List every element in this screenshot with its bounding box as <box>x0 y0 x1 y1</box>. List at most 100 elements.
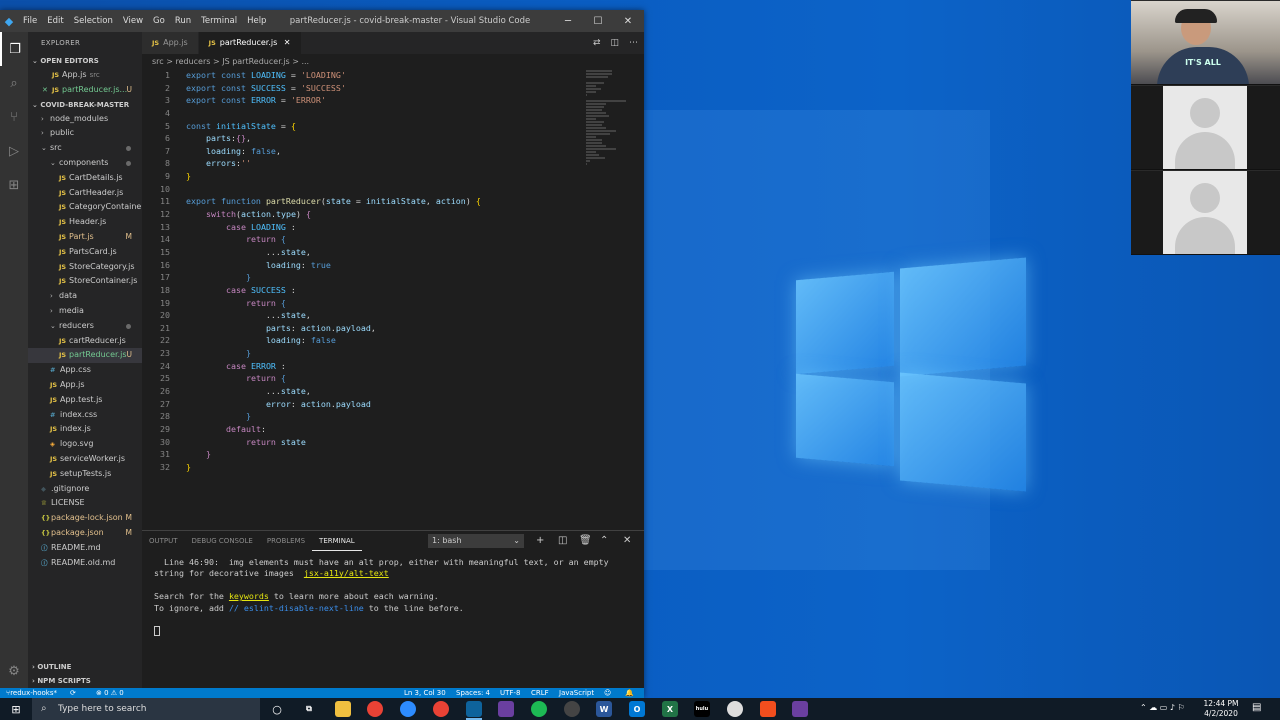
folder-item[interactable]: ⌄ src <box>28 141 142 156</box>
close-tab-icon[interactable]: ✕ <box>281 38 291 47</box>
file-item[interactable]: ◆ .gitignore <box>28 482 142 497</box>
system-tray-icons[interactable]: ⌃ ☁ ▭ ♪ ⚐ <box>1140 703 1185 712</box>
folder-item[interactable]: › public <box>28 126 142 141</box>
close-panel-icon[interactable]: ✕ <box>623 531 631 551</box>
panel-tab-problems[interactable]: PROBLEMS <box>260 531 312 551</box>
folder-item[interactable]: › data <box>28 289 142 304</box>
figma-icon[interactable] <box>760 701 776 717</box>
tab-app-js[interactable]: JS App.js <box>142 32 199 54</box>
folder-item[interactable]: ⌄ reducers <box>28 319 142 334</box>
terminal-output[interactable]: Line 46:90: img elements must have an al… <box>154 557 609 636</box>
split-editor-icon[interactable]: ◫ <box>610 38 619 48</box>
split-terminal-icon[interactable]: ◫ <box>558 531 567 551</box>
open-editors-section[interactable]: ⌄ OPEN EDITORS <box>28 54 142 68</box>
folder-item[interactable]: › node_modules <box>28 112 142 127</box>
kill-terminal-icon[interactable]: 🗑 <box>579 531 592 551</box>
cortana-icon[interactable]: ○ <box>269 701 285 717</box>
file-item[interactable]: JS setupTests.js <box>28 467 142 482</box>
menu-item-selection[interactable]: Selection <box>69 16 118 26</box>
file-explorer-icon[interactable] <box>335 701 351 717</box>
zoom-icon[interactable] <box>400 701 416 717</box>
file-item[interactable]: # index.css <box>28 408 142 423</box>
problems-indicator[interactable]: ⊗ 0 ⚠ 0 <box>96 688 124 698</box>
panel-tab-debug-console[interactable]: DEBUG CONSOLE <box>185 531 260 551</box>
folder-item[interactable]: ⌄ components <box>28 156 142 171</box>
file-item[interactable]: JS index.js <box>28 422 142 437</box>
more-actions-icon[interactable]: ⋯ <box>629 38 638 48</box>
file-item[interactable]: JS StoreContainer.js <box>28 274 142 289</box>
minimize-button[interactable]: ─ <box>553 10 583 32</box>
file-item[interactable]: JS Part.js M <box>28 230 142 245</box>
minimap[interactable] <box>582 69 634 165</box>
file-item[interactable]: JS serviceWorker.js <box>28 452 142 467</box>
file-item[interactable]: JS CartHeader.js <box>28 186 142 201</box>
encoding[interactable]: UTF-8 <box>500 688 520 698</box>
open-changes-icon[interactable]: ⇄ <box>593 38 601 48</box>
tab-partreducer-js[interactable]: JS partReducer.js ✕ <box>198 32 302 54</box>
file-item[interactable]: JSCategoryContainer.js <box>28 200 142 215</box>
menu-item-edit[interactable]: Edit <box>42 16 68 26</box>
branch-indicator[interactable]: ⑂ redux-hooks* <box>6 688 57 698</box>
language-mode[interactable]: JavaScript <box>559 688 594 698</box>
vscode-taskbar-icon[interactable] <box>466 701 482 720</box>
panel-tab-terminal[interactable]: TERMINAL <box>312 531 362 551</box>
file-item[interactable]: # App.css <box>28 363 142 378</box>
file-item[interactable]: {}package.json M <box>28 526 142 541</box>
close-icon[interactable]: ✕ <box>42 83 52 98</box>
file-item[interactable]: ⓘ README.md <box>28 541 142 556</box>
chrome-profile-icon[interactable] <box>433 701 449 717</box>
explorer-icon[interactable]: ❐ <box>0 32 28 66</box>
file-item[interactable]: JS cartReducer.js <box>28 334 142 349</box>
panel-tab-output[interactable]: OUTPUT <box>142 531 185 551</box>
file-item[interactable]: JS StoreCategory.js <box>28 260 142 275</box>
search-icon[interactable]: ⌕ <box>0 66 28 100</box>
app-icon-purple[interactable] <box>498 701 514 717</box>
windows-start-icon[interactable]: ⊞ <box>0 698 32 720</box>
file-item[interactable]: ⓘ README.old.md <box>28 556 142 571</box>
notifications-icon[interactable]: ▤ <box>1252 702 1261 713</box>
sync-icon[interactable]: ⟳ <box>70 688 76 698</box>
indentation[interactable]: Spaces: 4 <box>456 688 490 698</box>
menu-item-file[interactable]: File <box>18 16 42 26</box>
app-icon-white[interactable] <box>727 701 743 717</box>
folder-item[interactable]: › media <box>28 304 142 319</box>
project-section[interactable]: ⌄ COVID-BREAK-MASTER <box>28 98 142 112</box>
file-item[interactable]: JS partReducer.js U <box>28 348 142 364</box>
source-control-icon[interactable]: ⑂ <box>0 100 28 134</box>
file-item[interactable]: JS CartDetails.js <box>28 171 142 186</box>
taskbar-search[interactable]: ⌕ Type here to search <box>32 698 260 720</box>
settings-gear-icon[interactable]: ⚙ <box>0 654 28 688</box>
menu-item-go[interactable]: Go <box>148 16 170 26</box>
line-ending[interactable]: CRLF <box>531 688 549 698</box>
word-icon[interactable]: W <box>596 701 612 717</box>
menu-item-run[interactable]: Run <box>170 16 196 26</box>
close-window-button[interactable]: ✕ <box>613 10 643 32</box>
feedback-icon[interactable]: ☺ <box>604 688 611 698</box>
keywords-link[interactable]: keywords <box>229 591 269 601</box>
file-item[interactable]: JS PartsCard.js <box>28 245 142 260</box>
app-icon-purple-2[interactable] <box>792 701 808 717</box>
outline-section[interactable]: › OUTLINE <box>28 660 142 674</box>
file-item[interactable]: {}package-lock.json M <box>28 511 142 526</box>
code-editor[interactable]: 1 export const LOADING = 'LOADING' 2 export… <box>142 69 582 479</box>
task-view-icon[interactable]: ⧉ <box>301 701 317 717</box>
app-icon-green[interactable] <box>531 701 547 717</box>
excel-icon[interactable]: X <box>662 701 678 717</box>
run-debug-icon[interactable]: ▷ <box>0 134 28 168</box>
menu-item-help[interactable]: Help <box>242 16 271 26</box>
menu-item-terminal[interactable]: Terminal <box>196 16 242 26</box>
maximize-button[interactable]: ☐ <box>583 10 613 32</box>
notifications-icon[interactable]: 🔔 <box>625 688 634 698</box>
rule-link[interactable]: jsx-a11y/alt-text <box>304 568 389 578</box>
open-editor-item[interactable]: ✕ JS partReducer.js... U <box>28 83 142 98</box>
file-item[interactable]: JS App.js <box>28 378 142 393</box>
terminal-select[interactable]: 1: bash ⌄ <box>428 534 524 548</box>
cursor-position[interactable]: Ln 3, Col 30 <box>404 688 446 698</box>
new-terminal-icon[interactable]: + <box>536 531 544 551</box>
file-item[interactable]: JS Header.js <box>28 215 142 230</box>
app-icon-gray[interactable] <box>564 701 580 717</box>
breadcrumb[interactable]: src > reducers > JS partReducer.js > ... <box>152 56 309 68</box>
npm-scripts-section[interactable]: › NPM SCRIPTS <box>28 674 142 688</box>
outlook-icon[interactable]: O <box>629 701 645 717</box>
file-item[interactable]: ◈ logo.svg <box>28 437 142 452</box>
